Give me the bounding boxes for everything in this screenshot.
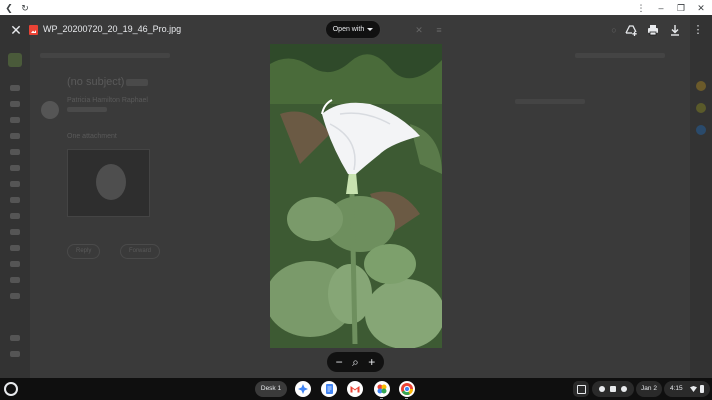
rail-icon — [10, 229, 20, 235]
file-name: WP_20200720_20_19_46_Pro.jpg — [43, 24, 182, 34]
gmail-side-panel — [690, 15, 712, 378]
zoom-controls: − ⌕ + — [327, 352, 384, 372]
zoom-icon[interactable]: ⌕ — [348, 355, 362, 369]
open-with-label: Open with — [332, 26, 365, 33]
running-indicator — [405, 398, 408, 399]
zoom-out-button[interactable]: − — [332, 355, 346, 369]
gmail-pagination — [575, 53, 665, 58]
browser-title-bar: ❮ ↻ ⋮ – ❐ ✕ — [0, 0, 712, 15]
system-shelf: Desk 1 Jan 2 4:15 — [0, 378, 712, 400]
dimmed-close-icon: ✕ — [415, 25, 423, 35]
tray-status-icons[interactable] — [592, 381, 634, 397]
rail-icon — [10, 351, 20, 357]
caret-down-icon — [367, 28, 374, 31]
gmail-left-rail — [0, 15, 30, 378]
recipient-line — [67, 107, 107, 112]
sender-name: Patricia Hamilton Raphael — [67, 97, 148, 104]
rail-icon — [10, 293, 20, 299]
clock-time: 4:15 — [670, 385, 683, 392]
rail-icon — [10, 165, 20, 171]
account-icon — [599, 386, 605, 392]
email-subject: (no subject) — [67, 76, 125, 88]
email-date — [515, 99, 585, 104]
reply-button: Reply — [67, 244, 101, 259]
assistant-app-icon[interactable] — [295, 381, 311, 397]
date-button[interactable]: Jan 2 — [636, 381, 662, 397]
clipboard-icon — [610, 386, 616, 392]
gmail-app-icon[interactable] — [347, 381, 363, 397]
rail-icon — [10, 277, 20, 283]
image-preview — [270, 44, 442, 348]
notification-icon — [621, 386, 627, 392]
rail-icon — [10, 149, 20, 155]
window-close-icon[interactable]: ✕ — [696, 3, 706, 13]
wifi-icon — [690, 386, 697, 392]
close-viewer-icon[interactable]: ✕ — [8, 22, 24, 38]
image-file-icon — [29, 25, 38, 35]
rail-icon — [10, 101, 20, 107]
viewer-toolbar: ✕ WP_20200720_20_19_46_Pro.jpg Open with… — [0, 15, 712, 45]
docs-app-icon[interactable] — [321, 381, 337, 397]
rail-icon — [10, 213, 20, 219]
inbox-tag — [126, 79, 148, 86]
print-icon[interactable] — [645, 22, 661, 38]
forward-button: Forward — [120, 244, 161, 259]
dimmed-menu-icon: ≡ — [436, 25, 442, 35]
holding-space-icon[interactable] — [573, 381, 589, 397]
rail-icon — [10, 197, 20, 203]
restore-icon[interactable]: ❐ — [676, 3, 686, 13]
browser-menu-icon[interactable]: ⋮ — [636, 3, 646, 13]
compose-icon — [8, 53, 22, 67]
download-icon[interactable] — [667, 22, 683, 38]
running-indicator — [380, 398, 383, 399]
rail-icon — [10, 261, 20, 267]
rail-icon — [10, 85, 20, 91]
reload-icon[interactable]: ↻ — [20, 3, 30, 13]
photos-app-icon[interactable] — [374, 381, 390, 397]
attachment-label: One attachment — [67, 133, 117, 140]
keep-icon — [696, 103, 706, 113]
rail-icon — [10, 181, 20, 187]
desk-button[interactable]: Desk 1 — [255, 381, 287, 397]
back-icon[interactable]: ❮ — [4, 3, 14, 13]
open-with-button[interactable]: Open with — [325, 20, 381, 39]
dimmed-help-icon: ○ — [611, 25, 617, 35]
rail-icon — [10, 335, 20, 341]
add-to-drive-icon[interactable] — [623, 22, 639, 38]
rail-icon — [10, 133, 20, 139]
battery-icon — [700, 385, 704, 393]
gmail-toolbar — [40, 53, 170, 58]
more-options-icon[interactable]: ⋮ — [690, 22, 706, 38]
rail-icon — [10, 117, 20, 123]
status-area[interactable]: 4:15 — [664, 381, 710, 397]
minimize-icon[interactable]: – — [656, 3, 666, 13]
chrome-app-icon[interactable] — [399, 381, 415, 397]
sender-avatar — [41, 101, 59, 119]
launcher-button[interactable] — [4, 382, 18, 396]
tasks-icon — [696, 125, 706, 135]
screen: ❮ ↻ ⋮ – ❐ ✕ (no subject) Patricia Hamilt… — [0, 0, 712, 400]
calendar-icon — [696, 81, 706, 91]
rail-icon — [10, 245, 20, 251]
zoom-in-button[interactable]: + — [365, 355, 379, 369]
attachment-thumbnail — [67, 149, 150, 217]
